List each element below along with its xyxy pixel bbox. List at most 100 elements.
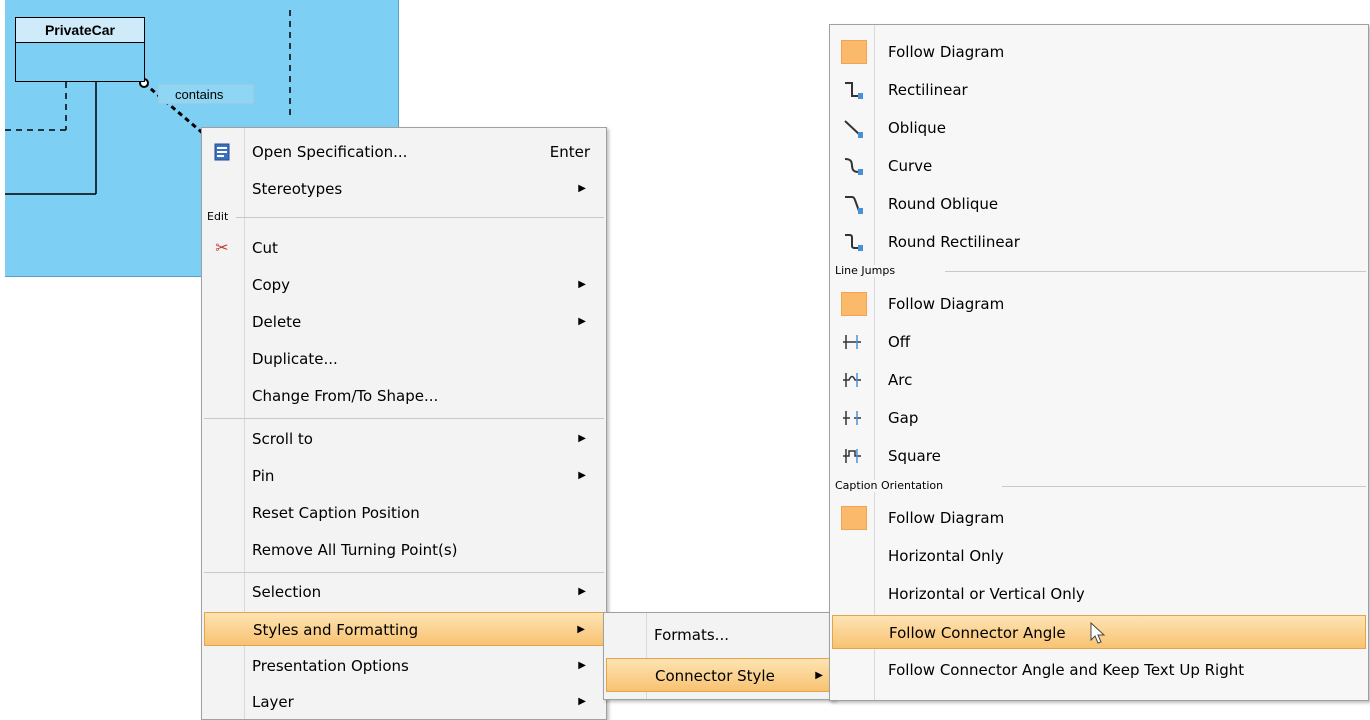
submenu-arrow-icon: ▶ (577, 624, 585, 635)
menu-item-curve[interactable]: Curve (832, 149, 1366, 183)
menu-item-rectilinear[interactable]: Rectilinear (832, 73, 1366, 107)
submenu-arrow-icon: ▶ (578, 279, 586, 290)
menu-item-label: Follow Connector Angle (889, 624, 1066, 642)
jump-off-icon (840, 330, 864, 354)
menu-item-selection[interactable]: Selection ▶ (204, 575, 604, 609)
menu-item-label: Selection (252, 583, 322, 601)
menu-item-jumps-square[interactable]: Square (832, 439, 1366, 473)
round-rectilinear-icon (840, 230, 864, 254)
menu-item-label: Off (888, 333, 911, 351)
menu-item-label: Horizontal Only (888, 547, 1004, 565)
menu-item-label: Reset Caption Position (252, 504, 420, 522)
menu-item-duplicate[interactable]: Duplicate... (204, 342, 604, 376)
menu-item-change-from-to-shape[interactable]: Change From/To Shape... (204, 379, 604, 413)
menu-item-round-rectilinear[interactable]: Round Rectilinear (832, 225, 1366, 259)
menu-item-jumps-follow-diagram[interactable]: Follow Diagram (832, 287, 1366, 321)
menu-item-caption-follow-diagram[interactable]: Follow Diagram (832, 501, 1366, 535)
menu-item-pin[interactable]: Pin ▶ (204, 459, 604, 493)
submenu-arrow-icon: ▶ (578, 660, 586, 671)
separator (204, 572, 604, 573)
menu-item-open-specification[interactable]: Open Specification... Enter (204, 135, 604, 169)
menu-item-label: Duplicate... (252, 350, 338, 368)
oblique-icon (840, 116, 864, 140)
menu-item-label: Cut (252, 239, 278, 257)
menu-item-jumps-arc[interactable]: Arc (832, 363, 1366, 397)
menu-item-label: Presentation Options (252, 657, 409, 675)
menu-item-connector-style[interactable]: Connector Style ▶ (606, 658, 832, 692)
menu-item-label: Arc (888, 371, 913, 389)
group-label-line-jumps: Line Jumps (832, 265, 900, 277)
submenu-arrow-icon: ▶ (578, 696, 586, 707)
orange-swatch-icon (841, 40, 867, 64)
menu-item-horizontal-only[interactable]: Horizontal Only (832, 539, 1366, 573)
menu-item-label: Copy (252, 276, 291, 294)
separator (1002, 486, 1366, 487)
menu-item-stereotypes[interactable]: Stereotypes ▶ (204, 172, 604, 206)
menu-item-label: Square (888, 447, 941, 465)
menu-item-label: Gap (888, 409, 919, 427)
orange-swatch-icon (841, 506, 867, 530)
submenu-arrow-icon: ▶ (578, 183, 586, 194)
menu-item-jumps-gap[interactable]: Gap (832, 401, 1366, 435)
scissors-icon: ✂ (215, 238, 229, 257)
menu-item-shape-follow-diagram[interactable]: Follow Diagram (832, 35, 1366, 69)
menu-item-remove-all-turning-points[interactable]: Remove All Turning Point(s) (204, 533, 604, 567)
mouse-pointer-icon (1090, 621, 1106, 656)
round-oblique-icon (840, 192, 864, 216)
menu-item-label: Follow Diagram (888, 295, 1005, 313)
menu-item-label: Formats... (654, 626, 729, 644)
submenu-arrow-icon: ▶ (578, 316, 586, 327)
menu-item-label: Layer (252, 693, 294, 711)
menu-item-label: Rectilinear (888, 81, 968, 99)
menu-item-round-oblique[interactable]: Round Oblique (832, 187, 1366, 221)
group-label-caption-orientation: Caption Orientation (832, 480, 948, 492)
menu-item-label: Curve (888, 157, 933, 175)
curve-icon (840, 154, 864, 178)
rectilinear-icon (840, 78, 864, 102)
submenu-arrow-icon: ▶ (578, 470, 586, 481)
menu-item-styles-and-formatting[interactable]: Styles and Formatting ▶ (204, 612, 604, 646)
menu-item-copy[interactable]: Copy ▶ (204, 268, 604, 302)
class-shape-privatecar[interactable]: PrivateCar (15, 17, 145, 82)
association-caption[interactable]: contains (158, 84, 254, 104)
context-menu: Open Specification... Enter Stereotypes … (201, 127, 607, 720)
styles-submenu: Formats... Connector Style ▶ (603, 612, 835, 700)
menu-item-scroll-to[interactable]: Scroll to ▶ (204, 422, 604, 456)
menu-item-label: Stereotypes (252, 180, 343, 198)
submenu-arrow-icon: ▶ (578, 433, 586, 444)
jump-gap-icon (840, 406, 864, 430)
menu-item-label: Pin (252, 467, 275, 485)
menu-item-horizontal-or-vertical-only[interactable]: Horizontal or Vertical Only (832, 577, 1366, 611)
separator (204, 418, 604, 419)
menu-item-jumps-off[interactable]: Off (832, 325, 1366, 359)
orange-swatch-icon (841, 292, 867, 316)
class-name: PrivateCar (16, 18, 144, 43)
shortcut-label: Enter (549, 143, 590, 161)
menu-item-label: Scroll to (252, 430, 313, 448)
separator (236, 217, 604, 218)
menu-item-layer[interactable]: Layer ▶ (204, 685, 604, 719)
menu-item-cut[interactable]: ✂ Cut (204, 231, 604, 265)
menu-item-oblique[interactable]: Oblique (832, 111, 1366, 145)
menu-item-label: Styles and Formatting (253, 621, 419, 639)
menu-item-label: Remove All Turning Point(s) (252, 541, 458, 559)
menu-item-label: Oblique (888, 119, 946, 137)
menu-item-label: Delete (252, 313, 302, 331)
menu-item-label: Follow Diagram (888, 509, 1005, 527)
jump-arc-icon (840, 368, 864, 392)
menu-item-delete[interactable]: Delete ▶ (204, 305, 604, 339)
menu-item-presentation-options[interactable]: Presentation Options ▶ (204, 649, 604, 683)
menu-item-label: Round Rectilinear (888, 233, 1020, 251)
menu-item-follow-connector-angle[interactable]: Follow Connector Angle (832, 615, 1366, 649)
submenu-arrow-icon: ▶ (578, 586, 586, 597)
menu-item-label: Follow Diagram (888, 43, 1005, 61)
menu-item-label: Change From/To Shape... (252, 387, 439, 405)
menu-item-formats[interactable]: Formats... (606, 618, 832, 652)
menu-item-label: Round Oblique (888, 195, 999, 213)
menu-item-reset-caption-position[interactable]: Reset Caption Position (204, 496, 604, 530)
menu-item-label: Open Specification... (252, 143, 408, 161)
menu-item-follow-connector-angle-keep-text-up-right[interactable]: Follow Connector Angle and Keep Text Up … (832, 653, 1366, 687)
class-attributes (16, 43, 144, 81)
separator (945, 271, 1366, 272)
menu-item-label: Follow Connector Angle and Keep Text Up … (888, 661, 1245, 679)
